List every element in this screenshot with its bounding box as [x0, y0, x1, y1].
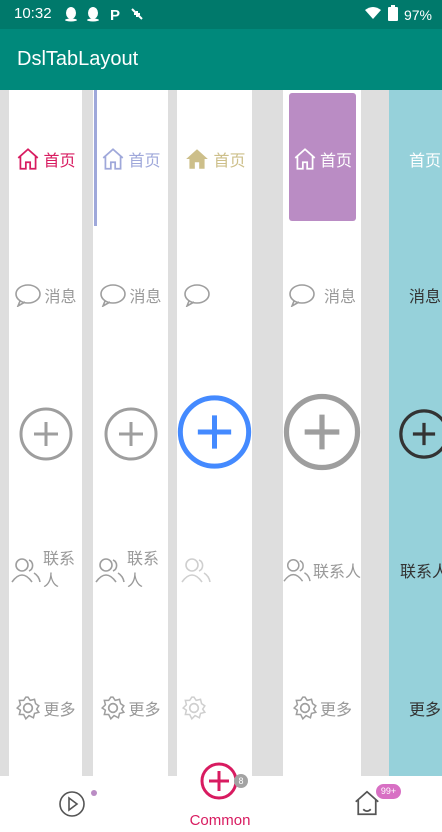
- tab-contacts[interactable]: 联系人: [283, 555, 361, 585]
- home-icon: [18, 148, 39, 170]
- tab-more[interactable]: 更多: [389, 691, 442, 725]
- tab-message[interactable]: 消息: [9, 278, 82, 312]
- bottom-tab-common[interactable]: 8 Common: [184, 762, 256, 832]
- tab-message[interactable]: 消息: [283, 278, 361, 312]
- tab-add[interactable]: [389, 406, 442, 462]
- tab-message-label: 消息: [44, 287, 77, 306]
- home-icon: [294, 148, 316, 170]
- tab-more-label: 更多: [319, 700, 352, 719]
- tab-more[interactable]: 更多: [283, 691, 361, 725]
- contacts-icon: [11, 558, 41, 583]
- tab-add[interactable]: [93, 406, 168, 462]
- tab-column-3: 首页: [177, 90, 252, 776]
- settings-icon: [16, 696, 41, 721]
- add-icon: [399, 409, 442, 459]
- add-icon: [104, 407, 157, 461]
- wifi-icon: [364, 6, 382, 23]
- message-icon: [100, 284, 127, 307]
- tab-home-label: 首页: [43, 151, 76, 170]
- home-badge: 99+: [376, 784, 401, 799]
- tab-column-4: 首页 消息 联系人 更多: [283, 90, 361, 776]
- common-badge: 8: [234, 774, 248, 788]
- battery-percent: 97%: [403, 6, 432, 23]
- tab-message[interactable]: [177, 278, 252, 312]
- tab-more[interactable]: 更多: [93, 691, 168, 725]
- tab-message[interactable]: 消息: [93, 278, 168, 312]
- status-bar: 10:32 P 97%: [0, 0, 442, 29]
- qq-icon: [63, 6, 79, 22]
- bottom-tab-play[interactable]: [58, 790, 86, 818]
- status-time: 10:32: [14, 5, 52, 22]
- tab-home-label: 首页: [319, 151, 352, 170]
- tab-contacts[interactable]: [177, 555, 252, 585]
- tab-add[interactable]: [9, 406, 82, 462]
- tab-home[interactable]: 首页: [93, 142, 168, 176]
- tab-add[interactable]: [283, 388, 361, 476]
- tab-contacts[interactable]: 联系人: [93, 545, 168, 595]
- tab-home[interactable]: 首页: [9, 142, 82, 176]
- tab-home-label: 首页: [213, 151, 246, 170]
- tab-home-label: 首页: [128, 151, 161, 170]
- settings-icon: [101, 696, 126, 721]
- tab-column-1: 首页 消息 联系人 更多: [9, 90, 82, 776]
- contacts-icon: [95, 558, 125, 583]
- add-icon: [19, 407, 72, 461]
- tab-more[interactable]: [177, 691, 252, 725]
- tab-column-2: 首页 消息 联系人 更多: [93, 90, 168, 776]
- tab-message[interactable]: 消息: [389, 278, 442, 312]
- add-icon: [200, 762, 238, 800]
- dot-badge: [91, 790, 97, 796]
- tab-contacts-label: 联系人: [400, 562, 442, 581]
- home-icon: [186, 149, 209, 169]
- add-icon: [283, 393, 361, 471]
- message-icon: [289, 284, 315, 307]
- parking-icon: P: [107, 6, 123, 24]
- tab-more[interactable]: 更多: [9, 691, 82, 725]
- tab-home[interactable]: 首页: [283, 142, 361, 176]
- bottom-navigation: 8 Common 99+: [0, 762, 442, 832]
- home-icon: [103, 148, 124, 170]
- tab-contacts-label: 联系人: [313, 562, 362, 581]
- qq-icon: [85, 6, 101, 22]
- tab-contacts[interactable]: 联系人: [9, 545, 82, 595]
- battery-icon: [387, 5, 398, 24]
- play-icon: [59, 791, 85, 817]
- tab-home-label: 首页: [409, 151, 442, 170]
- tab-more-label: 更多: [409, 700, 442, 719]
- contacts-icon: [283, 559, 311, 582]
- message-icon: [184, 284, 210, 307]
- tab-message-label: 消息: [323, 287, 356, 306]
- app-bar: DslTabLayout: [0, 29, 442, 90]
- tab-message-label: 消息: [129, 287, 162, 306]
- svg-text:P: P: [110, 7, 120, 22]
- tab-layout-columns: 首页 消息 联系人 更多 首页 消息 联系人 更多 首页 首页 消息 联系人 更…: [0, 90, 442, 776]
- settings-icon: [292, 696, 318, 721]
- tab-contacts[interactable]: 联系人: [389, 555, 442, 585]
- debug-icon: [129, 6, 145, 22]
- tab-column-5: 首页 消息 联系人 更多: [389, 90, 442, 776]
- common-label: Common: [189, 812, 251, 829]
- tab-message-label: 消息: [409, 287, 442, 306]
- add-icon: [177, 395, 252, 469]
- tab-more-label: 更多: [43, 700, 76, 719]
- message-icon: [15, 284, 42, 307]
- tab-home[interactable]: 首页: [389, 142, 442, 176]
- settings-icon: [181, 696, 207, 721]
- tab-contacts-label: 联系人: [43, 549, 76, 590]
- tab-more-label: 更多: [128, 700, 161, 719]
- contacts-icon: [181, 558, 211, 583]
- tab-home[interactable]: 首页: [177, 142, 252, 176]
- tab-add[interactable]: [177, 388, 252, 476]
- app-title: DslTabLayout: [17, 48, 139, 70]
- tab-contacts-label: 联系人: [127, 549, 160, 590]
